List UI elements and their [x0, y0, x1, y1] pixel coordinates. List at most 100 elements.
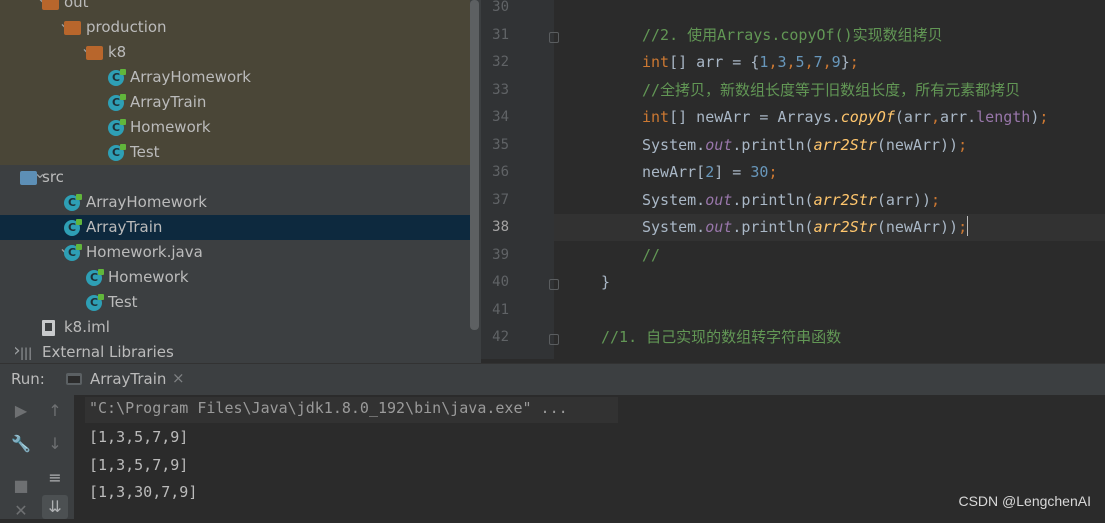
- tree-item[interactable]: C Homework: [0, 115, 470, 140]
- code-token: int: [642, 53, 670, 71]
- line-number: 31: [492, 26, 509, 43]
- code-token: arr2Str: [813, 135, 877, 154]
- tree-item[interactable]: ⌄k8: [0, 38, 470, 65]
- code-token: ;: [1039, 108, 1049, 126]
- code-line[interactable]: int[] newArr = Arrays.copyOf(arr,arr.len…: [554, 104, 1105, 131]
- tree-item[interactable]: ⌄production: [0, 13, 470, 40]
- code-token: //1. 自己实现的数组转字符串函数: [601, 328, 842, 346]
- line-number: 36: [492, 164, 509, 180]
- tree-item[interactable]: C Test: [0, 140, 470, 165]
- soft-wrap-icon[interactable]: ≡: [42, 466, 68, 490]
- code-token: 30: [750, 163, 769, 181]
- code-token: ,: [804, 53, 814, 71]
- wrench-icon[interactable]: 🔧: [8, 432, 34, 456]
- line-number: 37: [492, 191, 509, 208]
- tree-item-label: Homework.java: [86, 243, 203, 261]
- tree-item-label: Homework: [130, 118, 211, 136]
- run-side-toolbar: ▶ 🔧 ■ ✕ ↑ ↓ ≡ ⇊: [0, 395, 74, 520]
- code-token: copyOf: [840, 108, 895, 126]
- line-number: 42: [492, 329, 509, 345]
- line-number: 30: [492, 0, 509, 15]
- code-token: arr2Str: [813, 190, 877, 209]
- code-token: .println(: [732, 190, 814, 209]
- code-token: 7: [813, 53, 823, 71]
- line-number: 38: [492, 219, 509, 235]
- console-icon: [66, 373, 82, 385]
- java-class-icon: C: [108, 119, 126, 136]
- code-line[interactable]: int[] arr = {1,3,5,7,9};: [554, 49, 1105, 76]
- iml-file-icon: [42, 320, 55, 336]
- tree-item-label: ArrayTrain: [130, 93, 207, 111]
- code-token: ;: [931, 190, 941, 209]
- rerun-icon[interactable]: ▶: [8, 399, 34, 423]
- close-run-icon[interactable]: ✕: [8, 499, 34, 523]
- java-class-icon: C: [108, 94, 126, 111]
- code-token: ] =: [714, 163, 751, 181]
- java-class-icon: C: [64, 244, 82, 261]
- watermark: CSDN @LengchenAI: [958, 493, 1091, 509]
- down-arrow-icon[interactable]: ↓: [42, 432, 68, 456]
- tree-item[interactable]: C Homework: [0, 265, 470, 290]
- tree-item-label: Homework: [108, 268, 189, 286]
- tree-item[interactable]: ⌄CHomework.java: [0, 238, 470, 265]
- tree-item[interactable]: C ArrayHomework: [0, 190, 470, 215]
- code-token: ,: [822, 53, 832, 71]
- code-line[interactable]: //1. 自己实现的数组转字符串函数: [554, 324, 1105, 351]
- java-class-icon: C: [86, 269, 104, 286]
- code-token: out: [705, 218, 733, 236]
- tree-item[interactable]: C ArrayHomework: [0, 65, 470, 90]
- code-token: int: [642, 108, 670, 126]
- up-arrow-icon[interactable]: ↑: [42, 399, 68, 423]
- code-token: length: [976, 108, 1031, 126]
- code-line[interactable]: System.out.println(arr2Str(newArr));: [554, 132, 1105, 159]
- tree-item[interactable]: C ArrayTrain: [0, 90, 470, 115]
- libraries-icon: |||: [20, 346, 33, 360]
- line-number: 41: [492, 301, 509, 318]
- code-editor[interactable]: 30 31 32 33 34 35 36 37 38 39 40 41 42 //2. 使用Arrays…: [481, 0, 1105, 359]
- scroll-to-end-icon[interactable]: ⇊: [42, 495, 68, 519]
- java-class-icon: C: [64, 219, 82, 236]
- code-token: //2. 使用Arrays.copyOf()实现数组拷贝: [642, 25, 943, 44]
- tree-item[interactable]: k8.iml: [0, 315, 470, 340]
- code-token: (arr: [894, 108, 931, 126]
- code-token: arr2Str: [813, 218, 877, 236]
- console-output-line: [1,3,5,7,9]: [89, 428, 189, 446]
- code-line[interactable]: [554, 0, 1105, 21]
- run-label: Run:: [11, 370, 45, 388]
- tree-item[interactable]: › ||| External Libraries: [0, 340, 470, 363]
- code-token: 9: [831, 53, 841, 71]
- code-token: }: [840, 53, 850, 71]
- console-output[interactable]: "C:\Program Files\Java\jdk1.8.0_192\bin\…: [75, 395, 1105, 519]
- line-number: 39: [492, 246, 509, 263]
- code-line[interactable]: //2. 使用Arrays.copyOf()实现数组拷贝: [554, 22, 1105, 49]
- tree-item-label: src: [42, 168, 64, 186]
- code-line[interactable]: System.out.println(arr2Str(newArr));: [554, 214, 1105, 241]
- stop-icon[interactable]: ■: [8, 474, 34, 498]
- run-tab-arraytrain[interactable]: ArrayTrain ×: [62, 364, 194, 395]
- code-line[interactable]: }: [554, 269, 1105, 296]
- line-number: 40: [492, 274, 509, 290]
- code-line[interactable]: //全拷贝，新数组长度等于旧数组长度，所有元素都拷贝: [554, 77, 1105, 104]
- line-number: 33: [492, 81, 509, 98]
- code-token: (arr)): [876, 190, 931, 209]
- code-line[interactable]: newArr[2] = 30;: [554, 159, 1105, 186]
- tree-item[interactable]: C Test: [0, 290, 470, 315]
- close-icon[interactable]: ×: [172, 369, 185, 387]
- run-tab-label: ArrayTrain: [90, 370, 167, 388]
- code-token: System.: [642, 135, 706, 154]
- tree-item[interactable]: ⌄ src: [0, 163, 470, 190]
- line-number: 34: [492, 109, 509, 125]
- code-line[interactable]: System.out.println(arr2Str(arr));: [554, 187, 1105, 214]
- code-line[interactable]: //: [554, 242, 1105, 269]
- tree-item-label: k8.iml: [64, 318, 110, 336]
- java-class-icon: C: [108, 144, 126, 161]
- code-token: .println(: [732, 135, 814, 154]
- tree-scrollbar[interactable]: [470, 0, 479, 330]
- code-token: ,: [786, 53, 796, 71]
- code-token: ;: [958, 135, 968, 154]
- code-token: (newArr)): [876, 218, 959, 236]
- code-token: 3: [777, 53, 787, 71]
- code-line[interactable]: [554, 297, 1105, 324]
- code-token: arr.: [940, 108, 977, 126]
- tree-item-label: Test: [130, 143, 160, 161]
